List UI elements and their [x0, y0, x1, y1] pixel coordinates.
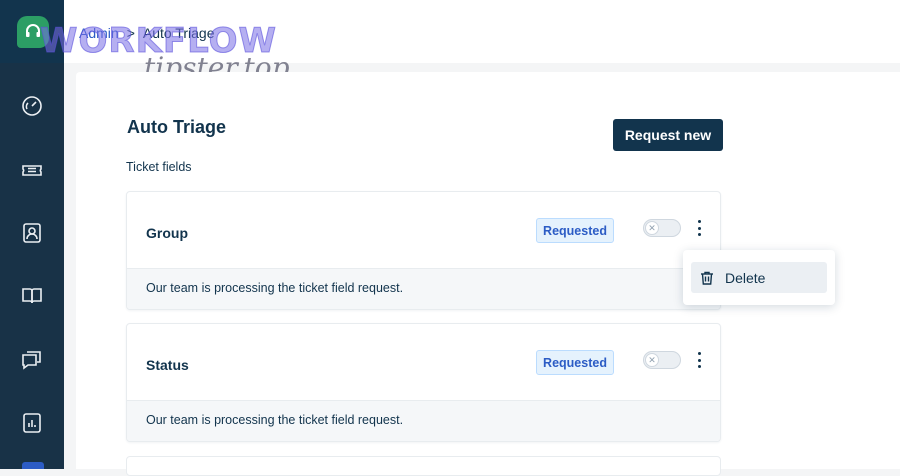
options-dropdown: Delete: [683, 250, 835, 305]
toggle-off-icon: ✕: [645, 353, 659, 367]
status-badge: Requested: [536, 218, 614, 243]
dashboard-icon[interactable]: [19, 93, 45, 119]
card-message: Our team is processing the ticket field …: [127, 269, 720, 309]
ticket-field-card-partial: [126, 456, 721, 476]
more-options-icon[interactable]: [693, 217, 705, 239]
breadcrumb-current: Auto Triage: [142, 25, 215, 41]
field-toggle[interactable]: ✕: [643, 219, 681, 237]
brand-area: [0, 0, 64, 63]
more-options-icon[interactable]: [693, 349, 705, 371]
card-header: Status Requested ✕: [127, 324, 720, 401]
trash-icon: [701, 271, 713, 285]
ticket-field-card-status: Status Requested ✕ Our team is processin…: [126, 323, 721, 442]
book-icon[interactable]: [19, 283, 45, 309]
field-name: Group: [146, 225, 188, 241]
contact-icon[interactable]: [19, 220, 45, 246]
status-badge: Requested: [536, 350, 614, 375]
page-title: Auto Triage: [127, 117, 227, 137]
card-message: Our team is processing the ticket field …: [127, 401, 720, 441]
ticket-field-card-group: Group Requested ✕ Our team is processing…: [126, 191, 721, 310]
request-new-button[interactable]: Request new: [613, 119, 723, 151]
toggle-off-icon: ✕: [645, 221, 659, 235]
nav-active-indicator: [22, 462, 44, 469]
topbar: Admin > Auto Triage: [64, 0, 900, 63]
breadcrumb: Admin > Auto Triage: [79, 25, 214, 41]
chat-icon[interactable]: [19, 346, 45, 372]
reports-icon[interactable]: [19, 410, 45, 436]
breadcrumb-separator: >: [126, 25, 135, 41]
sidebar: [0, 0, 64, 469]
breadcrumb-admin-link[interactable]: Admin: [79, 25, 119, 41]
ticket-icon[interactable]: [19, 157, 45, 183]
field-name: Status: [146, 357, 189, 373]
card-header: Group Requested ✕: [127, 192, 720, 269]
section-label: Ticket fields: [126, 160, 192, 174]
field-toggle[interactable]: ✕: [643, 351, 681, 369]
delete-label: Delete: [725, 269, 766, 286]
headset-logo-icon[interactable]: [17, 16, 49, 48]
delete-menu-item[interactable]: Delete: [691, 262, 827, 293]
